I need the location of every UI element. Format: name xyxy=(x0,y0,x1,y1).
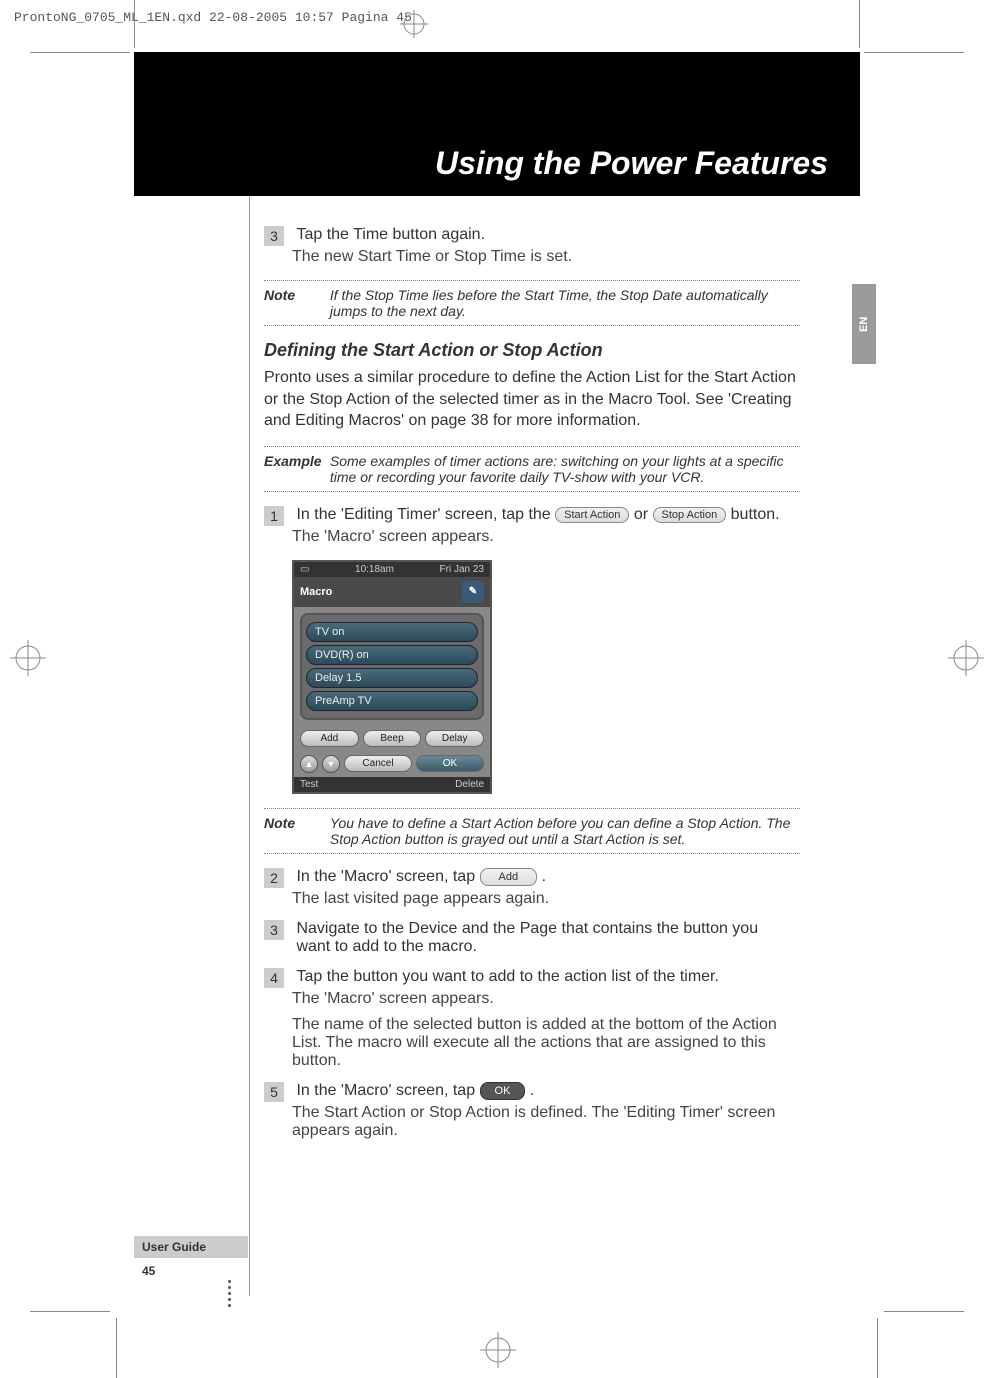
step-number: 3 xyxy=(264,920,284,940)
example-text: Some examples of timer actions are: swit… xyxy=(330,453,796,485)
step-number: 3 xyxy=(264,226,284,246)
registration-mark-icon xyxy=(948,640,984,676)
text: In the 'Macro' screen, tap xyxy=(296,1082,479,1099)
page-container: Using the Power Features EN 3 Tap the Ti… xyxy=(134,52,860,1310)
step-number: 4 xyxy=(264,968,284,988)
text: . xyxy=(530,1082,534,1099)
vertical-divider xyxy=(249,196,250,1296)
ok-button[interactable]: OK xyxy=(416,755,484,772)
step-description: The 'Macro' screen appears. xyxy=(292,990,800,1008)
step-title: Navigate to the Device and the Page that… xyxy=(296,920,786,956)
step-text: In the 'Macro' screen, tap OK . xyxy=(296,1082,786,1100)
delay-button[interactable]: Delay xyxy=(425,730,484,747)
time-label: 10:18am xyxy=(355,564,394,575)
crop-mark xyxy=(864,52,964,53)
crop-mark xyxy=(884,1311,964,1312)
header-banner: Using the Power Features xyxy=(134,52,860,196)
step-5: 5 In the 'Macro' screen, tap OK . The St… xyxy=(264,1082,800,1140)
section-heading: Defining the Start Action or Stop Action xyxy=(264,340,800,361)
stop-action-button[interactable]: Stop Action xyxy=(653,507,727,523)
step-title: Tap the button you want to add to the ac… xyxy=(296,968,786,986)
step-description: The new Start Time or Stop Time is set. xyxy=(292,248,800,266)
step-3b: 3 Navigate to the Device and the Page th… xyxy=(264,920,800,956)
example-label: Example xyxy=(264,453,326,469)
file-header: ProntoNG_0705_ML_1EN.qxd 22-08-2005 10:5… xyxy=(14,10,412,25)
up-arrow-icon[interactable]: ▲ xyxy=(300,755,318,773)
cancel-button[interactable]: Cancel xyxy=(344,755,412,772)
macro-item[interactable]: TV on xyxy=(306,622,478,642)
macro-screenshot: ▭ 10:18am Fri Jan 23 Macro ✎ TV on DVD(R… xyxy=(292,560,492,794)
battery-icon: ▭ xyxy=(300,564,309,575)
note-block: Note If the Stop Time lies before the St… xyxy=(264,280,800,326)
pencil-icon: ✎ xyxy=(462,581,484,603)
macro-item[interactable]: PreAmp TV xyxy=(306,691,478,711)
crop-mark xyxy=(877,1318,878,1378)
decorative-dots xyxy=(134,1280,248,1307)
page-number: 45 xyxy=(134,1258,248,1280)
step-3: 3 Tap the Time button again. The new Sta… xyxy=(264,226,800,266)
content-area: 3 Tap the Time button again. The new Sta… xyxy=(134,196,860,1140)
macro-bottom-row: ▲ ▼ Cancel OK xyxy=(294,751,490,777)
text: button. xyxy=(731,506,780,523)
macro-item[interactable]: DVD(R) on xyxy=(306,645,478,665)
step-description: The last visited page appears again. xyxy=(292,890,800,908)
registration-mark-icon xyxy=(480,1332,516,1368)
crop-mark xyxy=(30,1311,110,1312)
step-title: Tap the Time button again. xyxy=(296,226,786,244)
ok-pill-button[interactable]: OK xyxy=(480,1082,526,1100)
note-text: If the Stop Time lies before the Start T… xyxy=(330,287,796,319)
text: In the 'Macro' screen, tap xyxy=(296,868,479,885)
note-block: Note You have to define a Start Action b… xyxy=(264,808,800,854)
example-block: Example Some examples of timer actions a… xyxy=(264,446,800,492)
body-paragraph: Pronto uses a similar procedure to defin… xyxy=(264,367,800,432)
step-description: The Start Action or Stop Action is defin… xyxy=(292,1104,800,1140)
page-title: Using the Power Features xyxy=(435,145,828,182)
date-label: Fri Jan 23 xyxy=(440,564,484,575)
macro-footer: Test Delete xyxy=(294,777,490,792)
text: In the 'Editing Timer' screen, tap the xyxy=(296,506,555,523)
step-number: 5 xyxy=(264,1082,284,1102)
step-2: 2 In the 'Macro' screen, tap Add . The l… xyxy=(264,868,800,908)
crop-mark xyxy=(30,52,130,53)
note-text: You have to define a Start Action before… xyxy=(330,815,796,847)
registration-mark-icon xyxy=(10,640,46,676)
step-text: In the 'Editing Timer' screen, tap the S… xyxy=(296,506,786,524)
test-label[interactable]: Test xyxy=(300,779,318,790)
delete-label[interactable]: Delete xyxy=(455,779,484,790)
step-description: The name of the selected button is added… xyxy=(292,1016,800,1070)
down-arrow-icon[interactable]: ▼ xyxy=(322,755,340,773)
note-label: Note xyxy=(264,815,326,831)
registration-mark-icon xyxy=(400,10,428,38)
crop-mark xyxy=(859,0,860,48)
beep-button[interactable]: Beep xyxy=(363,730,422,747)
macro-title-row: Macro ✎ xyxy=(294,577,490,607)
step-description: The 'Macro' screen appears. xyxy=(292,528,800,546)
add-pill-button[interactable]: Add xyxy=(480,868,538,886)
macro-statusbar: ▭ 10:18am Fri Jan 23 xyxy=(294,562,490,577)
user-guide-label: User Guide xyxy=(134,1236,248,1258)
add-button[interactable]: Add xyxy=(300,730,359,747)
macro-item[interactable]: Delay 1.5 xyxy=(306,668,478,688)
text: . xyxy=(542,868,546,885)
step-text: In the 'Macro' screen, tap Add . xyxy=(296,868,786,886)
step-1: 1 In the 'Editing Timer' screen, tap the… xyxy=(264,506,800,546)
note-label: Note xyxy=(264,287,326,303)
crop-mark xyxy=(134,0,135,48)
macro-button-row: Add Beep Delay xyxy=(294,726,490,751)
crop-mark xyxy=(116,1318,117,1378)
step-4: 4 Tap the button you want to add to the … xyxy=(264,968,800,1070)
step-number: 2 xyxy=(264,868,284,888)
start-action-button[interactable]: Start Action xyxy=(555,507,629,523)
step-number: 1 xyxy=(264,506,284,526)
footer-box: User Guide 45 xyxy=(134,1236,248,1310)
macro-action-list: TV on DVD(R) on Delay 1.5 PreAmp TV xyxy=(300,613,484,720)
text: or xyxy=(634,506,653,523)
macro-title: Macro xyxy=(300,586,332,598)
